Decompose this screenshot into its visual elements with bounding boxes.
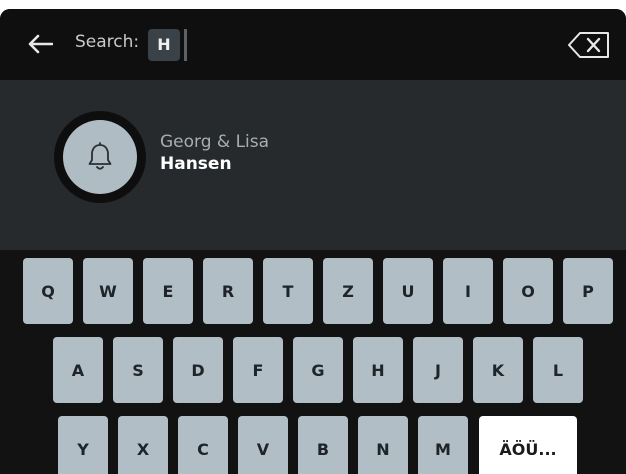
key-umlauts[interactable]: ÄÖÜ... xyxy=(479,416,577,474)
key-b[interactable]: B xyxy=(298,416,348,474)
key-h[interactable]: H xyxy=(353,337,403,403)
result-item-hansen[interactable] xyxy=(54,111,146,203)
result-first-names: Georg & Lisa xyxy=(160,132,270,152)
key-f[interactable]: F xyxy=(233,337,283,403)
key-a[interactable]: A xyxy=(53,337,103,403)
key-c[interactable]: C xyxy=(178,416,228,474)
key-t[interactable]: T xyxy=(263,258,313,324)
key-v[interactable]: V xyxy=(238,416,288,474)
backspace-icon[interactable] xyxy=(568,32,610,58)
key-y[interactable]: Y xyxy=(58,416,108,474)
back-arrow-icon[interactable] xyxy=(27,34,53,54)
key-g[interactable]: G xyxy=(293,337,343,403)
intercom-screen: Search: H Georg & Lisa Hansen QWERTZUIOP… xyxy=(0,9,626,474)
key-j[interactable]: J xyxy=(413,337,463,403)
avatar xyxy=(63,120,137,194)
key-r[interactable]: R xyxy=(203,258,253,324)
key-m[interactable]: M xyxy=(418,416,468,474)
key-e[interactable]: E xyxy=(143,258,193,324)
search-results: Georg & Lisa Hansen xyxy=(0,80,626,250)
key-s[interactable]: S xyxy=(113,337,163,403)
key-l[interactable]: L xyxy=(533,337,583,403)
key-u[interactable]: U xyxy=(383,258,433,324)
key-o[interactable]: O xyxy=(503,258,553,324)
on-screen-keyboard: Q W E R T Z U I O P A S D F G H J K L Y X C V B N M ÄÖÜ... xyxy=(0,250,626,474)
text-cursor xyxy=(184,29,187,61)
key-p[interactable]: P xyxy=(563,258,613,324)
key-x[interactable]: X xyxy=(118,416,168,474)
key-z[interactable]: Z xyxy=(323,258,373,324)
key-w[interactable]: W xyxy=(83,258,133,324)
key-d[interactable]: D xyxy=(173,337,223,403)
key-n[interactable]: N xyxy=(358,416,408,474)
search-query-chip[interactable]: H xyxy=(148,29,180,61)
search-bar: Search: H xyxy=(0,9,626,80)
search-label: Search: xyxy=(75,32,140,52)
key-i[interactable]: I xyxy=(443,258,493,324)
key-q[interactable]: Q xyxy=(23,258,73,324)
key-k[interactable]: K xyxy=(473,337,523,403)
bell-icon xyxy=(88,142,112,170)
result-last-name: Hansen xyxy=(160,154,232,174)
